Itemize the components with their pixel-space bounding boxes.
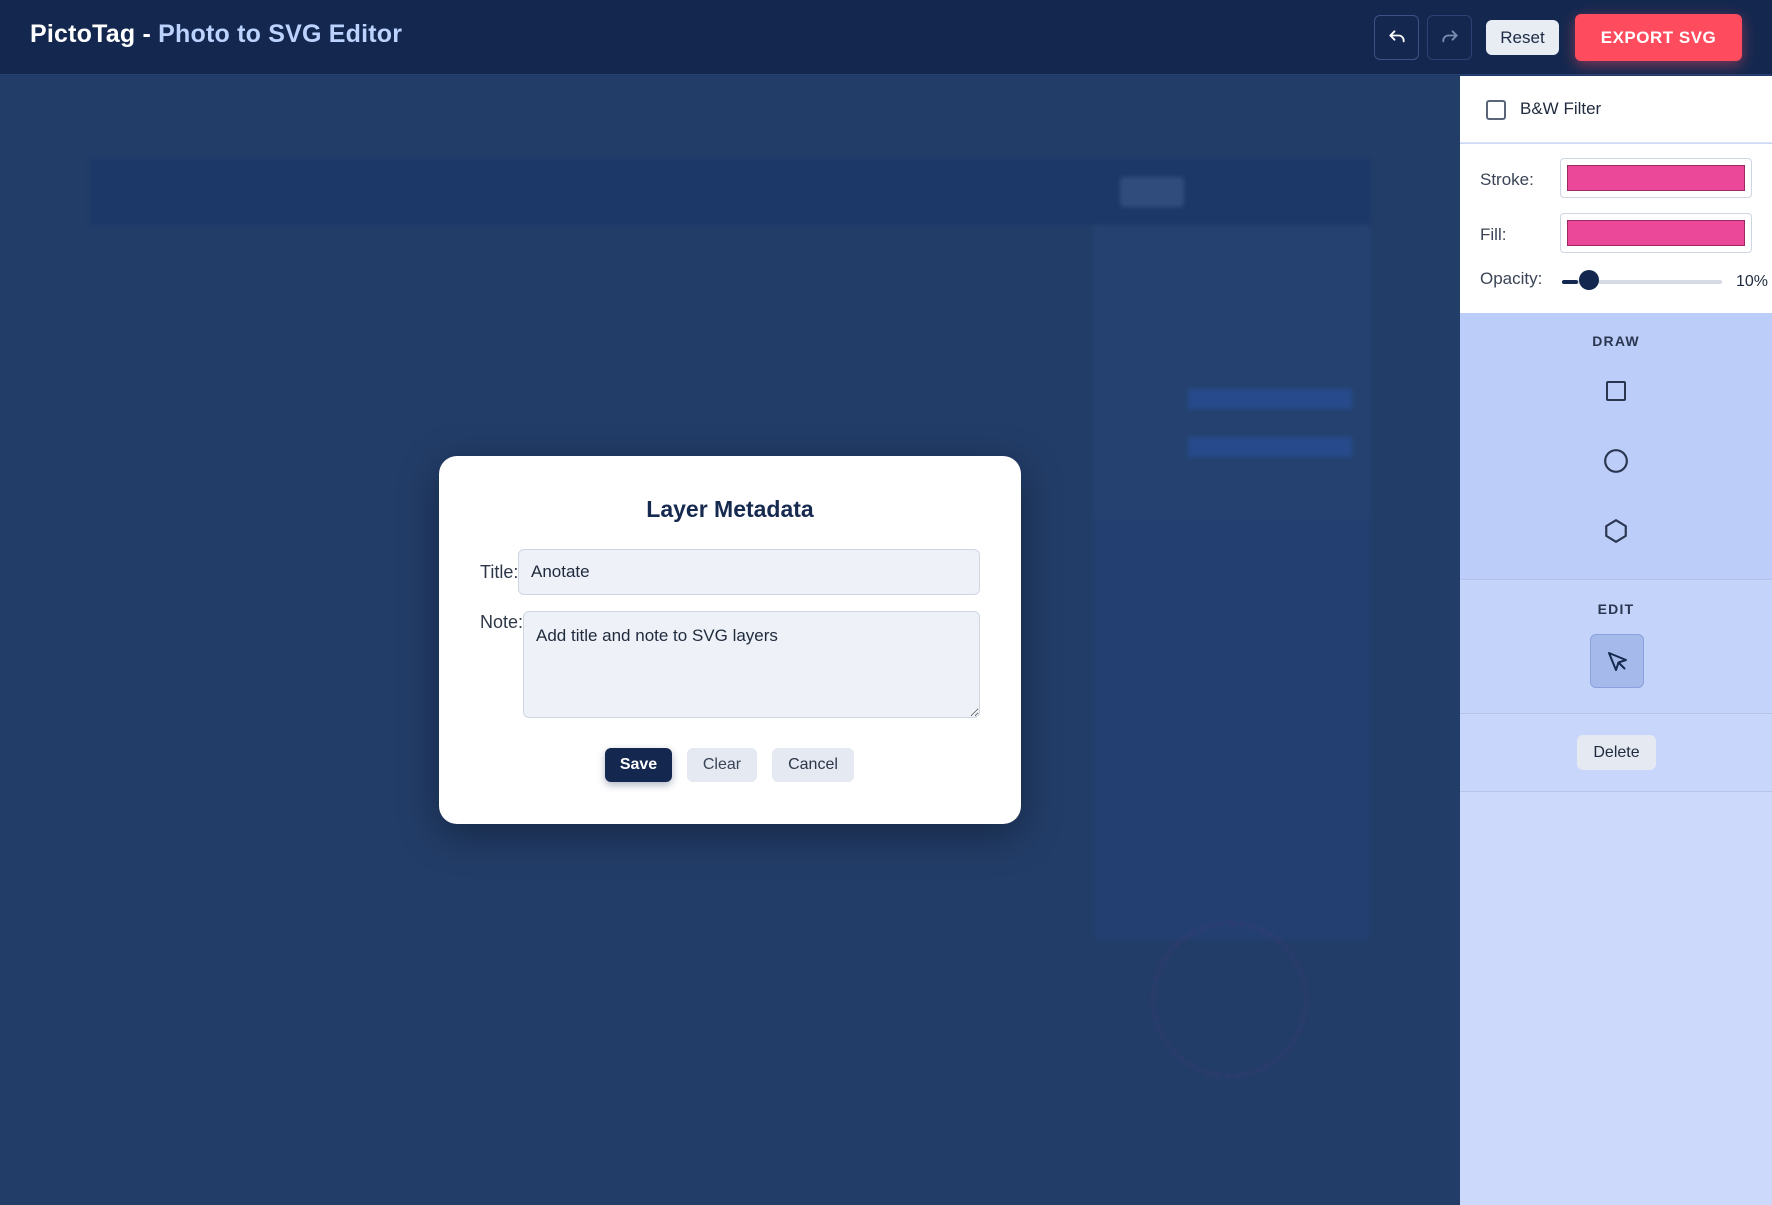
rectangle-icon	[1606, 381, 1626, 401]
backdrop-circle-annotation	[1152, 922, 1307, 1077]
title-input[interactable]	[518, 549, 980, 595]
backdrop-button-shape	[1120, 177, 1184, 207]
draw-section: DRAW	[1460, 313, 1772, 580]
backdrop-section-shape	[1094, 519, 1370, 939]
undo-button[interactable]	[1374, 15, 1419, 60]
note-field-label: Note:	[480, 612, 524, 632]
note-textarea[interactable]: Add title and note to SVG layers	[523, 611, 980, 718]
redo-icon	[1441, 29, 1458, 42]
backdrop-bar-shape	[1188, 389, 1352, 409]
reset-button[interactable]: Reset	[1486, 20, 1559, 55]
opacity-value: 10%	[1736, 273, 1769, 290]
delete-button[interactable]: Delete	[1577, 735, 1656, 770]
redo-button[interactable]	[1427, 15, 1472, 60]
draw-heading: DRAW	[1592, 333, 1640, 349]
opacity-slider-thumb[interactable]	[1579, 270, 1599, 290]
fill-color-picker[interactable]	[1560, 213, 1752, 253]
select-tool-button[interactable]	[1590, 634, 1644, 688]
app-header: PictoTag - Photo to SVG Editor Reset EXP…	[0, 0, 1772, 75]
edit-heading: EDIT	[1597, 601, 1635, 617]
title-field-label: Title:	[480, 562, 519, 582]
app-title-main: PictoTag -	[30, 20, 159, 48]
bw-filter-checkbox[interactable]	[1486, 100, 1506, 120]
layer-metadata-dialog: Layer Metadata Title: Note: Add title an…	[439, 456, 1021, 824]
dialog-title: Layer Metadata	[646, 496, 814, 522]
app-title: PictoTag - Photo to SVG Editor	[30, 20, 402, 49]
cancel-button[interactable]: Cancel	[772, 748, 854, 782]
circle-tool-button[interactable]	[1594, 439, 1638, 483]
fill-color-swatch	[1567, 220, 1745, 246]
bw-filter-label: B&W Filter	[1520, 99, 1602, 118]
actions-section: Delete	[1460, 715, 1772, 792]
polygon-tool-button[interactable]	[1594, 509, 1638, 553]
undo-icon	[1388, 29, 1405, 42]
fill-label: Fill:	[1480, 225, 1507, 244]
tool-sidebar: B&W Filter Stroke: Fill: Opacity: 10% DR…	[1460, 76, 1772, 1205]
circle-icon	[1604, 449, 1628, 473]
export-svg-button[interactable]: EXPORT SVG	[1575, 14, 1742, 61]
stroke-label: Stroke:	[1480, 170, 1534, 189]
opacity-slider-fill	[1562, 280, 1578, 284]
stroke-color-swatch	[1567, 165, 1745, 191]
clear-button[interactable]: Clear	[687, 748, 757, 782]
backdrop-bar-shape	[1188, 437, 1352, 457]
opacity-label: Opacity:	[1480, 269, 1543, 288]
rectangle-tool-button[interactable]	[1594, 369, 1638, 413]
style-section: Stroke: Fill: Opacity: 10%	[1460, 144, 1772, 313]
select-pointer-icon	[1608, 652, 1627, 671]
filter-section: B&W Filter	[1460, 76, 1772, 143]
stroke-color-picker[interactable]	[1560, 158, 1752, 198]
polygon-icon	[1605, 519, 1627, 543]
edit-section: EDIT	[1460, 581, 1772, 714]
app-title-accent: Photo to SVG Editor	[158, 20, 403, 48]
save-button[interactable]: Save	[605, 748, 672, 782]
